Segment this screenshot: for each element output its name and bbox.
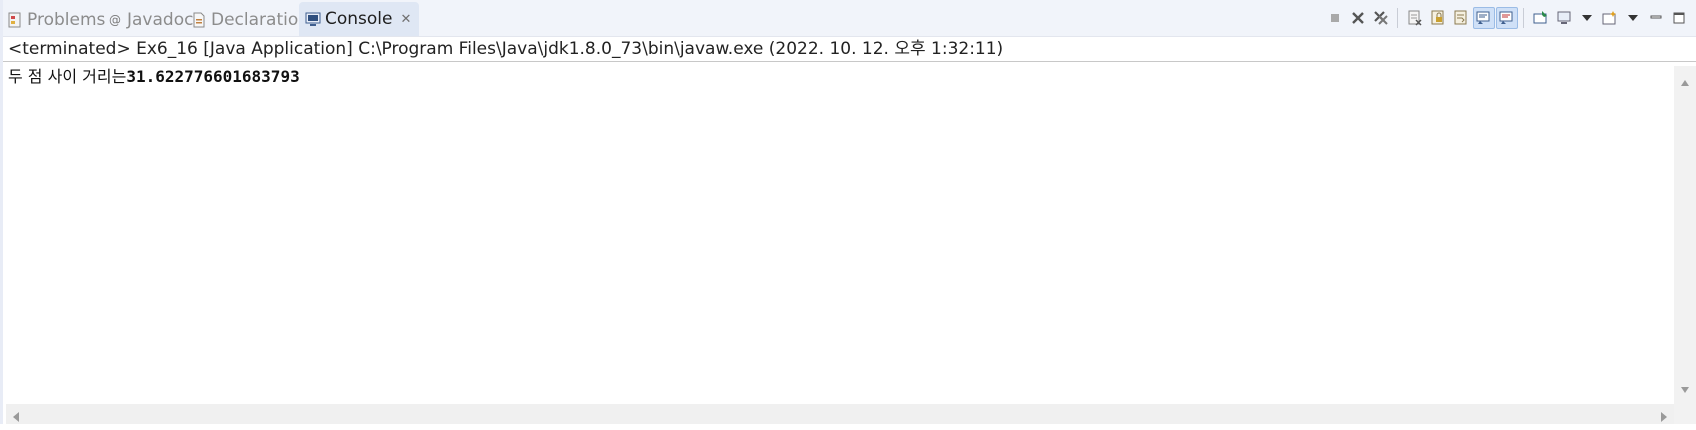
tab-declaration[interactable]: Declaration [191,4,309,36]
output-label: 두 점 사이 거리는 [8,67,127,86]
clear-console-icon[interactable] [1404,7,1426,29]
output-value: 31.622776601683793 [126,67,300,86]
show-on-stdout-icon[interactable] [1473,7,1495,29]
console-icon [305,11,321,27]
remove-all-terminated-icon[interactable] [1370,7,1392,29]
pin-console-icon[interactable] [1530,7,1552,29]
bottom-edge [0,424,1696,430]
scroll-down-icon[interactable] [1680,379,1690,398]
display-console-icon[interactable] [1553,7,1575,29]
toolbar-separator [1523,8,1524,28]
tab-label: Problems [27,10,106,30]
console-output[interactable]: 두 점 사이 거리는31.622776601683793 [8,63,300,87]
word-wrap-icon[interactable] [1450,7,1472,29]
maximize-icon[interactable] [1668,7,1690,29]
view-tab-bar: Problems @ Javadoc Declaration Console ✕ [3,0,1696,37]
tab-javadoc[interactable]: @ Javadoc [107,4,193,36]
tab-label: Javadoc [127,10,194,30]
tab-problems[interactable]: Problems [7,4,105,36]
terminate-icon[interactable] [1324,7,1346,29]
console-header: <terminated> Ex6_16 [Java Application] C… [8,39,1004,59]
horizontal-scrollbar[interactable] [6,404,1674,424]
console-toolbar [1323,6,1690,30]
at-icon: @ [109,13,121,27]
divider [3,61,1696,62]
scroll-lock-icon[interactable] [1427,7,1449,29]
show-on-stderr-icon[interactable] [1496,7,1518,29]
remove-launch-icon[interactable] [1347,7,1369,29]
problems-icon [7,12,23,28]
close-icon[interactable]: ✕ [401,12,412,27]
minimize-icon[interactable] [1645,7,1667,29]
open-console-icon[interactable] [1599,7,1621,29]
scroll-up-icon[interactable] [1680,72,1690,91]
tab-label: Declaration [211,10,310,30]
toolbar-separator [1397,8,1398,28]
declaration-icon [191,12,207,28]
vertical-scrollbar[interactable] [1674,66,1696,404]
tab-console[interactable]: Console ✕ [299,2,420,36]
dropdown-icon[interactable] [1576,7,1598,29]
scrollbar-corner [1674,404,1696,424]
dropdown-icon[interactable] [1622,7,1644,29]
left-edge [0,0,3,430]
tab-label: Console [325,9,393,29]
